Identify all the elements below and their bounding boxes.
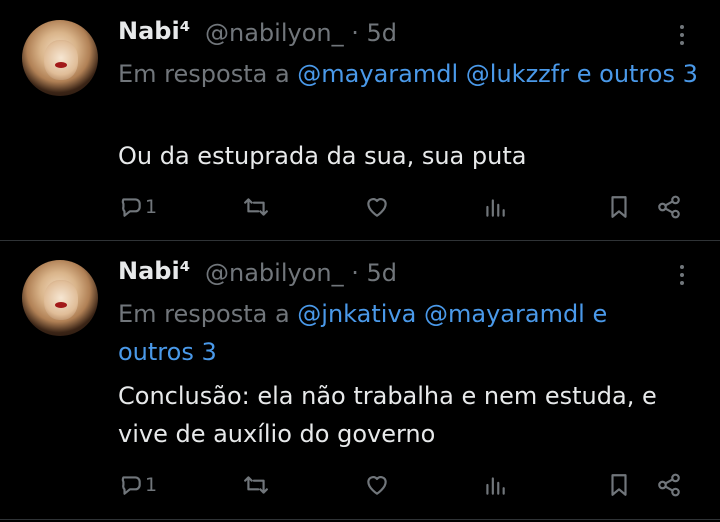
avatar-lips xyxy=(55,302,67,308)
share-icon xyxy=(658,195,680,219)
views-button[interactable] xyxy=(482,470,508,500)
bookmark-icon xyxy=(611,196,627,218)
handle-and-time[interactable]: @nabilyon_ · 5d xyxy=(205,19,397,47)
views-button[interactable] xyxy=(482,192,508,222)
action-bar: 1 xyxy=(0,470,720,500)
separator-dot: · xyxy=(343,19,367,47)
reply-count: 1 xyxy=(145,474,158,496)
tweet[interactable]: Nabi⁴ @nabilyon_ · 5d Em resposta a @may… xyxy=(0,0,720,240)
bar-chart-icon xyxy=(486,477,505,495)
mention-link[interactable]: @jnkativa xyxy=(297,300,416,328)
retweet-button[interactable] xyxy=(243,192,269,222)
tweet[interactable]: Nabi⁴ @nabilyon_ · 5d Em resposta a @jnk… xyxy=(0,241,720,522)
avatar-face xyxy=(44,40,78,80)
reply-button[interactable]: 1 xyxy=(118,470,157,500)
display-name[interactable]: Nabi⁴ xyxy=(118,257,190,285)
retweet-icon xyxy=(244,476,268,494)
mention-link[interactable]: @mayaramdl xyxy=(297,60,458,88)
avatar[interactable] xyxy=(22,260,98,336)
timestamp[interactable]: 5d xyxy=(366,259,397,287)
reply-count: 1 xyxy=(145,196,158,218)
bookmark-icon xyxy=(611,474,627,496)
display-name[interactable]: Nabi⁴ xyxy=(118,17,190,45)
heart-icon xyxy=(367,476,387,495)
avatar-lips xyxy=(55,62,67,68)
reply-context: Em resposta a @mayaramdl @lukzzfr e outr… xyxy=(118,55,708,93)
more-vertical-icon xyxy=(680,25,684,29)
bar-chart-icon xyxy=(486,199,505,217)
reply-prefix: Em resposta a xyxy=(118,60,290,88)
separator-dot: · xyxy=(343,259,367,287)
share-button[interactable] xyxy=(656,192,682,222)
avatar[interactable] xyxy=(22,20,98,96)
share-button[interactable] xyxy=(656,470,682,500)
like-button[interactable] xyxy=(364,470,390,500)
bookmark-button[interactable] xyxy=(606,192,632,222)
reply-prefix: Em resposta a xyxy=(118,300,290,328)
like-button[interactable] xyxy=(364,192,390,222)
divider xyxy=(0,519,720,520)
mention-link[interactable]: @lukzzfr xyxy=(466,60,569,88)
handle-and-time[interactable]: @nabilyon_ · 5d xyxy=(205,259,397,287)
more-options-button[interactable] xyxy=(672,260,692,290)
mention-link[interactable]: @mayaramdl xyxy=(424,300,585,328)
others-link[interactable]: e outros 3 xyxy=(577,60,698,88)
heart-icon xyxy=(367,198,387,217)
tweet-text: Conclusão: ela não trabalha e nem estuda… xyxy=(118,382,657,448)
comment-icon xyxy=(121,198,141,217)
username-handle[interactable]: @nabilyon_ xyxy=(205,259,344,287)
avatar-face xyxy=(44,280,78,320)
username-handle[interactable]: @nabilyon_ xyxy=(205,19,344,47)
reply-context: Em resposta a @jnkativa @mayaramdl e out… xyxy=(118,295,638,371)
reply-button[interactable]: 1 xyxy=(118,192,157,222)
retweet-button[interactable] xyxy=(243,470,269,500)
bookmark-button[interactable] xyxy=(606,470,632,500)
more-options-button[interactable] xyxy=(672,20,692,50)
timestamp[interactable]: 5d xyxy=(366,19,397,47)
share-icon xyxy=(658,473,680,497)
action-bar: 1 xyxy=(0,192,720,222)
retweet-icon xyxy=(244,198,268,216)
comment-icon xyxy=(121,476,141,495)
tweet-text: Ou da estuprada da sua, sua puta xyxy=(118,142,527,170)
more-vertical-icon xyxy=(680,265,684,269)
